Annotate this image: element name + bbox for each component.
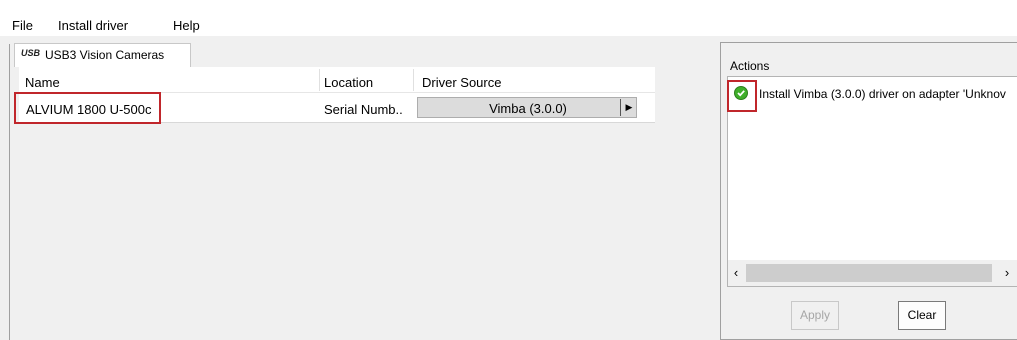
actions-label: Actions: [730, 59, 770, 73]
dropdown-arrow-icon[interactable]: ▶: [620, 99, 637, 116]
table-header: Name Location Driver Source: [19, 67, 655, 93]
name-highlight-box: [14, 92, 161, 124]
action-text: Install Vimba (3.0.0) driver on adapter …: [759, 87, 1006, 101]
horizontal-scrollbar[interactable]: ‹ ›: [728, 260, 1017, 286]
column-header-driver-source[interactable]: Driver Source: [422, 75, 501, 90]
tab-label: USB3 Vision Cameras: [45, 48, 165, 62]
driver-source-value: Vimba (3.0.0): [489, 101, 567, 116]
clear-button[interactable]: Clear: [898, 301, 946, 330]
menu-bar: File Install driver Help: [0, 0, 1017, 36]
check-highlight-box: [727, 80, 757, 112]
actions-list[interactable]: Install Vimba (3.0.0) driver on adapter …: [727, 76, 1017, 287]
scroll-left-icon[interactable]: ‹: [728, 260, 744, 286]
menu-help[interactable]: Help: [173, 18, 200, 33]
apply-button[interactable]: Apply: [791, 301, 839, 330]
scroll-right-icon[interactable]: ›: [999, 260, 1015, 286]
driver-source-dropdown[interactable]: Vimba (3.0.0) ▶: [417, 97, 637, 118]
panel-border: [9, 44, 10, 340]
tab-usb3-vision-cameras[interactable]: USB USB3 Vision Cameras: [14, 43, 191, 67]
scrollbar-thumb[interactable]: [746, 264, 992, 282]
usb-icon: USB: [21, 48, 41, 58]
menu-install-driver[interactable]: Install driver: [58, 18, 128, 33]
column-separator[interactable]: [413, 69, 414, 91]
column-header-name[interactable]: Name: [25, 75, 60, 90]
column-separator[interactable]: [319, 69, 320, 91]
column-header-location[interactable]: Location: [324, 75, 373, 90]
camera-location-cell: Serial Numb..: [324, 102, 403, 117]
menu-file[interactable]: File: [12, 18, 33, 33]
